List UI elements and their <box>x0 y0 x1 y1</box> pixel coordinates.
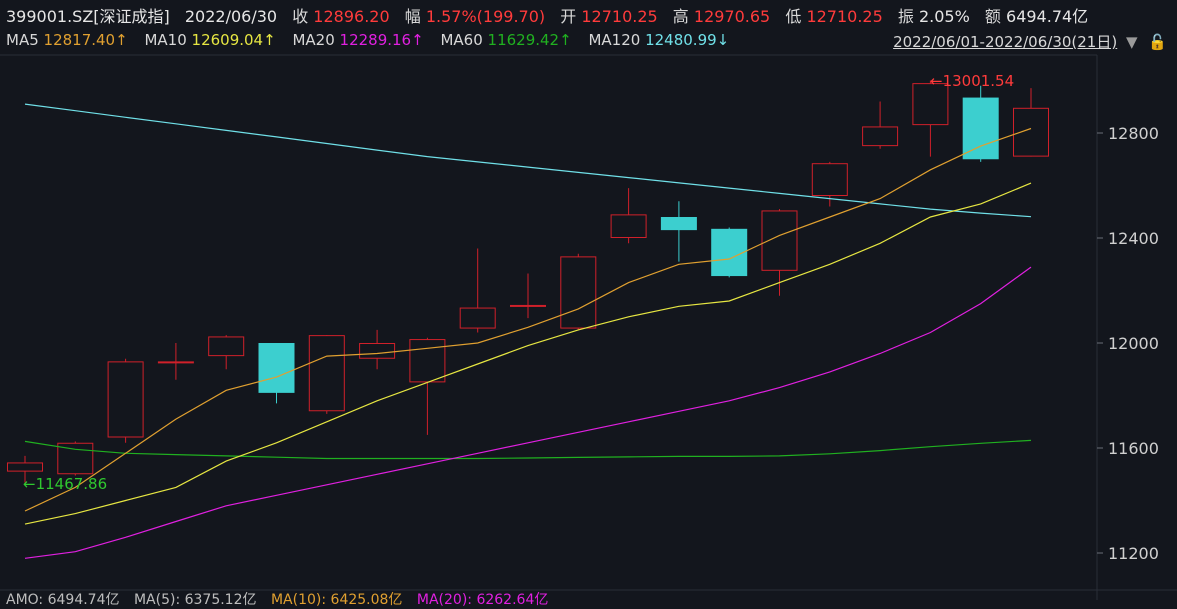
amplitude-label: 振 <box>897 7 914 26</box>
high-annotation: ←13001.54 <box>930 72 1014 90</box>
candle <box>1013 88 1049 157</box>
ma5-line <box>24 127 1032 512</box>
ma20-value: 12289.16↑ <box>339 31 424 49</box>
date-range-selector[interactable]: 2022/06/01-2022/06/30(21日) ▼ 🔓 <box>893 31 1167 52</box>
candle <box>157 343 194 380</box>
quote-header: 399001.SZ[深证成指] 2022/06/30 收 12896.20 幅 … <box>6 3 1098 27</box>
open-label: 开 <box>560 7 577 26</box>
candle <box>610 188 647 244</box>
high-value: 12970.65 <box>693 7 771 26</box>
ma5-value: 12817.40↑ <box>43 31 128 49</box>
stock-code: 399001.SZ[深证成指] <box>6 7 170 26</box>
candle-body-up <box>409 339 446 383</box>
candle <box>107 358 144 443</box>
candle-body-up <box>811 163 848 196</box>
y-tick-label: 11600 <box>1108 439 1159 458</box>
amount-value: 6494.74亿 <box>1006 7 1089 26</box>
ma10-value: 12609.04↑ <box>191 31 276 49</box>
ma120-value: 12480.99↓ <box>645 31 730 49</box>
candle <box>57 441 94 476</box>
candle-body-up <box>157 361 194 364</box>
candle <box>308 335 345 414</box>
candle-body-up <box>107 361 144 438</box>
y-tick-label: 11200 <box>1108 544 1159 563</box>
candle-body-up <box>610 214 647 238</box>
candle <box>359 329 396 370</box>
candle-body-up <box>208 336 245 357</box>
amplitude-value: 2.05% <box>918 7 970 26</box>
candle <box>208 335 245 370</box>
kline-chart[interactable]: 12800 12400 12000 11600 11200 ←13001.54 ←11467… <box>0 0 1177 600</box>
close-label: 收 <box>292 7 309 26</box>
ma-legend: MA5 12817.40↑ MA10 12609.04↑ MA20 12289.… <box>6 31 741 49</box>
close-value: 12896.20 <box>313 7 390 26</box>
candle-body-up <box>359 343 396 359</box>
change-label: 幅 <box>404 7 421 26</box>
amo-ma10-value: MA(10): 6425.08亿 <box>270 592 403 608</box>
candle <box>560 253 597 330</box>
candle <box>459 248 496 333</box>
candle-body-up <box>510 304 546 307</box>
low-value: 12710.25 <box>806 7 883 26</box>
candle-body-up <box>308 335 345 412</box>
candle-body-up <box>862 126 899 147</box>
amo-ma5-value: MA(5): 6375.12亿 <box>133 592 257 608</box>
ma20-label: MA20 <box>292 31 335 49</box>
candle <box>660 201 697 262</box>
candle <box>862 101 899 149</box>
open-value: 12710.25 <box>581 7 658 26</box>
amo-ma20-value: MA(20): 6262.64亿 <box>416 592 549 608</box>
ma60-value: 11629.42↑ <box>487 31 572 49</box>
quote-date: 2022/06/30 <box>184 7 278 26</box>
lock-icon[interactable]: 🔓 <box>1148 33 1167 51</box>
ma5-label: MA5 <box>6 31 39 49</box>
amo-value: AMO: 6494.74亿 <box>6 592 120 608</box>
y-tick-label: 12000 <box>1108 334 1159 353</box>
candle-body-up <box>560 256 597 329</box>
y-tick-label: 12800 <box>1108 124 1159 143</box>
high-label: 高 <box>672 7 689 26</box>
date-range-text[interactable]: 2022/06/01-2022/06/30(21日) <box>893 33 1117 51</box>
candle <box>510 273 546 319</box>
candle <box>912 80 949 157</box>
candle-body-down <box>258 343 295 393</box>
candle-body-up <box>7 462 43 472</box>
candle <box>962 85 999 162</box>
amount-label: 额 <box>984 7 1001 26</box>
low-annotation: ←11467.86 <box>23 475 107 493</box>
y-tick-label: 12400 <box>1108 229 1159 248</box>
ma60-label: MA60 <box>440 31 483 49</box>
change-value: 1.57%(199.70) <box>425 7 546 26</box>
ma10-label: MA10 <box>144 31 187 49</box>
candle-body-down <box>962 97 999 160</box>
candle-body-down <box>660 217 697 231</box>
low-label: 低 <box>785 7 802 26</box>
candle-body-up <box>459 307 496 329</box>
volume-legend: AMO: 6494.74亿 MA(5): 6375.12亿 MA(10): 64… <box>6 589 558 609</box>
dropdown-triangle-icon[interactable]: ▼ <box>1126 33 1138 51</box>
candle <box>258 343 295 404</box>
ma120-label: MA120 <box>588 31 641 49</box>
